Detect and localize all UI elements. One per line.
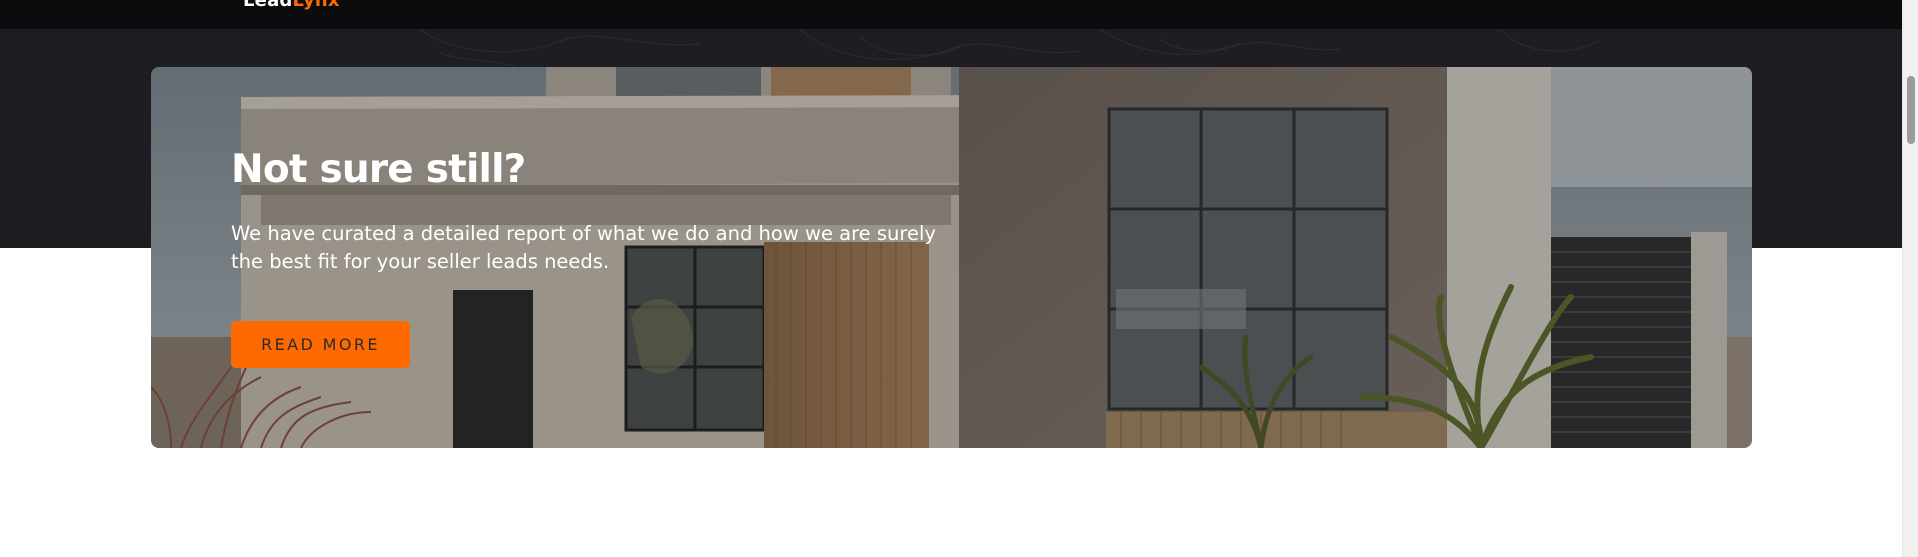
cta-description: We have curated a detailed report of wha… — [231, 222, 936, 273]
cta-banner-card: Not sure still? We have curated a detail… — [151, 67, 1752, 448]
logo-text-lead: Lead — [243, 0, 293, 11]
site-logo[interactable]: LeadLynx — [243, 0, 340, 11]
logo-text-lynx: Lynx — [292, 0, 340, 11]
vertical-scrollbar[interactable] — [1902, 0, 1918, 557]
read-more-button[interactable]: READ MORE — [231, 321, 410, 368]
scrollbar-thumb[interactable] — [1907, 76, 1915, 144]
cta-heading: Not sure still? — [231, 147, 526, 192]
top-navigation-bar: LeadLynx — [0, 0, 1902, 29]
